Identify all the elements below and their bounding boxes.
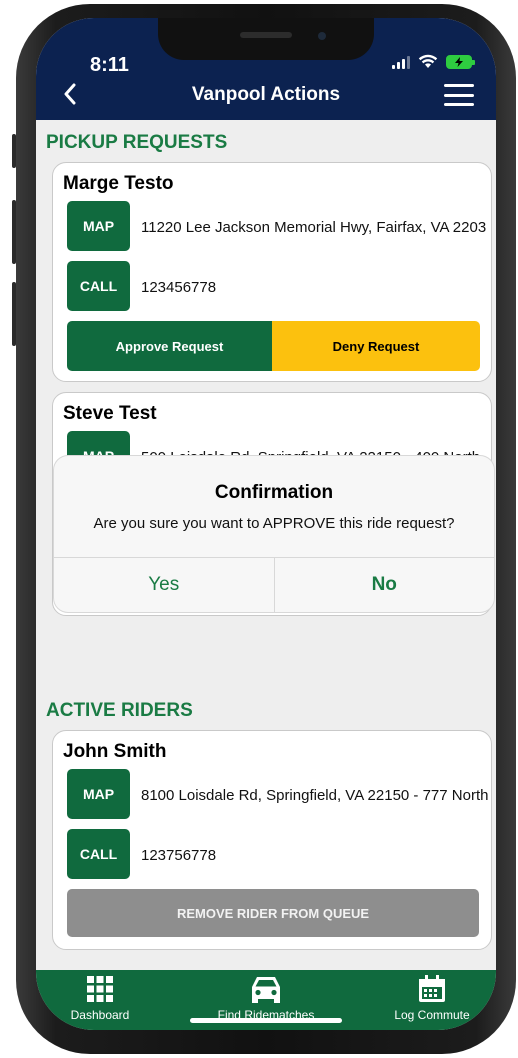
app-header: 8:11 Vanpool Actions bbox=[36, 18, 496, 120]
app-screen: 8:11 Vanpool Actions PICKUP REQUESTS Mar… bbox=[36, 18, 496, 1030]
map-button[interactable]: MAP bbox=[67, 769, 130, 819]
rider-phone: 123756778 bbox=[141, 847, 217, 864]
volume-up-button bbox=[12, 200, 16, 264]
hamburger-menu-button[interactable] bbox=[444, 84, 474, 106]
page-title: Vanpool Actions bbox=[191, 84, 341, 105]
rider-name: Steve Test bbox=[63, 403, 157, 424]
active-rider-card: John Smith MAP 8100 Loisdale Rd, Springf… bbox=[52, 730, 492, 950]
status-icons bbox=[392, 54, 475, 69]
tab-dashboard[interactable]: Dashboard bbox=[50, 970, 150, 1030]
active-riders-title: ACTIVE RIDERS bbox=[46, 700, 193, 721]
remove-rider-button[interactable]: REMOVE RIDER FROM QUEUE bbox=[67, 889, 479, 937]
confirmation-dialog: Confirmation Are you sure you want to AP… bbox=[54, 456, 494, 612]
rider-name: John Smith bbox=[63, 741, 167, 762]
no-button[interactable]: No bbox=[275, 558, 495, 612]
rider-address: 8100 Loisdale Rd, Springfield, VA 22150 … bbox=[141, 787, 489, 804]
tab-log-commute[interactable]: Log Commute bbox=[382, 970, 482, 1030]
battery-charging-icon bbox=[446, 54, 475, 69]
home-indicator bbox=[190, 1018, 342, 1023]
call-button[interactable]: CALL bbox=[67, 261, 130, 311]
notch bbox=[158, 18, 374, 60]
main-content: PICKUP REQUESTS Marge Testo MAP 11220 Le… bbox=[36, 120, 496, 970]
rider-phone: 123456778 bbox=[141, 279, 217, 296]
approve-request-button[interactable]: Approve Request bbox=[67, 321, 272, 371]
yes-button[interactable]: Yes bbox=[54, 558, 275, 612]
map-button[interactable]: MAP bbox=[67, 201, 130, 251]
dialog-title: Confirmation bbox=[214, 482, 334, 503]
call-button[interactable]: CALL bbox=[67, 829, 130, 879]
signal-icon bbox=[392, 55, 410, 69]
calendar-icon bbox=[419, 975, 445, 1002]
front-camera bbox=[318, 32, 326, 40]
earpiece-speaker bbox=[240, 32, 292, 38]
rider-address: 11220 Lee Jackson Memorial Hwy, Fairfax,… bbox=[141, 219, 487, 236]
pickup-request-card: Marge Testo MAP 11220 Lee Jackson Memori… bbox=[52, 162, 492, 382]
dialog-message: Are you sure you want to APPROVE this ri… bbox=[93, 515, 455, 532]
pickup-requests-title: PICKUP REQUESTS bbox=[46, 132, 228, 153]
car-icon bbox=[252, 977, 280, 1003]
volume-down-button bbox=[12, 282, 16, 346]
dialog-actions: Yes No bbox=[54, 557, 494, 612]
status-time: 8:11 bbox=[90, 54, 129, 76]
tab-label: Log Commute bbox=[394, 1008, 470, 1022]
wifi-icon bbox=[418, 54, 438, 68]
rider-name: Marge Testo bbox=[63, 173, 174, 194]
deny-request-button[interactable]: Deny Request bbox=[272, 321, 480, 371]
tab-label: Dashboard bbox=[70, 1008, 130, 1022]
grid-icon bbox=[87, 976, 113, 1002]
mute-switch bbox=[12, 134, 16, 168]
